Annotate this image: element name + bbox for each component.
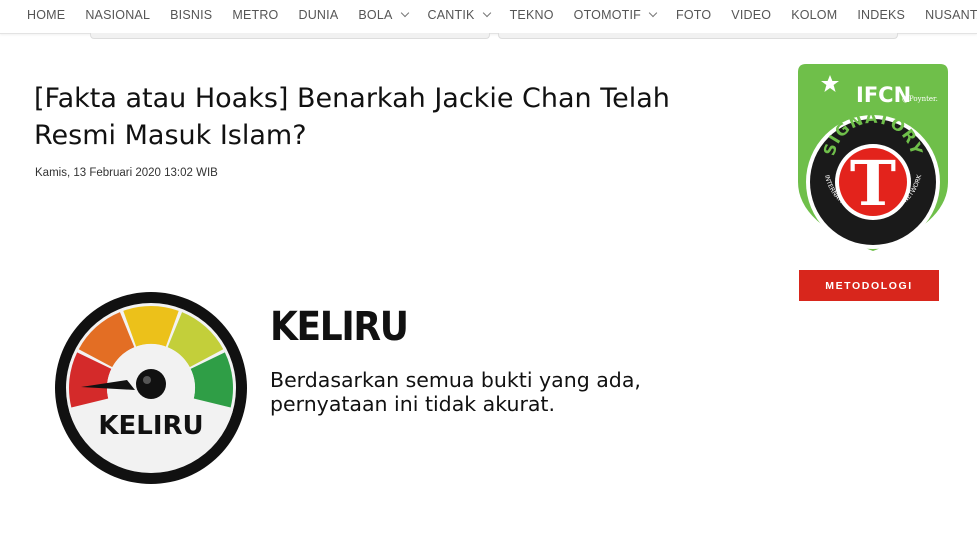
nav-item-label: FOTO (675, 8, 712, 22)
nav-item-home[interactable]: HOME (27, 8, 65, 22)
nav-item-cantik[interactable]: CANTIK (427, 8, 491, 22)
nav-item-metro[interactable]: METRO (232, 8, 278, 22)
nav-item-label: KOLOM (791, 8, 838, 22)
nav-item-nusantara[interactable]: NUSANTARA (925, 8, 977, 22)
verdict-heading: KELIRU (270, 304, 409, 350)
chevron-down-icon[interactable] (648, 8, 658, 17)
nav-item-label: DUNIA (298, 8, 339, 22)
nav-item-label: TEKNO (509, 8, 554, 22)
chevron-down-icon[interactable] (400, 8, 409, 17)
verdict-gauge-icon: KELIRU (55, 292, 247, 484)
nav-item-label: BISNIS (170, 8, 213, 22)
top-navigation-bar: HOME NASIONAL BISNIS METRO DUNIA BOLA CANTIK TE… (0, 0, 977, 34)
nav-item-label: OTOMOTIF (573, 8, 641, 22)
badge-brand-suffix: @Poynter. (902, 95, 938, 103)
nav-item-foto[interactable]: FOTO (676, 8, 711, 22)
badge-letter: T (850, 147, 896, 220)
metodologi-button[interactable]: METODOLOGI (799, 270, 939, 301)
secondary-bar-left (90, 33, 490, 39)
nav-item-bola[interactable]: BOLA (358, 8, 409, 22)
nav-item-label: VIDEO (731, 8, 772, 22)
nav-item-label: INDEKS (857, 8, 906, 22)
nav-item-label: BOLA (358, 8, 393, 22)
gauge-hub (136, 369, 166, 399)
nav-item-tekno[interactable]: TEKNO (510, 8, 554, 22)
secondary-bar-right (498, 33, 898, 39)
verdict-description: Berdasarkan semua bukti yang ada, pernya… (270, 368, 641, 416)
gauge-hub-highlight (143, 376, 151, 384)
gauge-label: KELIRU (98, 411, 203, 441)
article-title: [Fakta atau Hoaks] Benarkah Jackie Chan … (34, 83, 670, 151)
nav-item-nasional[interactable]: NASIONAL (85, 8, 150, 22)
nav-item-otomotif[interactable]: OTOMOTIF (573, 8, 658, 22)
nav-item-video[interactable]: VIDEO (731, 8, 771, 22)
ifcn-signatory-badge[interactable]: IFCN @Poynter. SIGNATORY INTERNATIONAL F… (798, 64, 948, 251)
nav-item-kolom[interactable]: KOLOM (791, 8, 837, 22)
nav-item-label: HOME (27, 8, 66, 22)
nav-item-label: METRO (232, 8, 279, 22)
nav-item-bisnis[interactable]: BISNIS (170, 8, 212, 22)
nav-item-label: NASIONAL (85, 8, 151, 22)
article-date: Kamis, 13 Februari 2020 13:02 WIB (35, 167, 218, 179)
nav-item-dunia[interactable]: DUNIA (298, 8, 338, 22)
main-menu: HOME NASIONAL BISNIS METRO DUNIA BOLA CANTIK TE… (27, 0, 977, 30)
nav-item-label: CANTIK (427, 8, 475, 22)
nav-item-indeks[interactable]: INDEKS (857, 8, 905, 22)
nav-item-label: NUSANTARA (925, 8, 977, 22)
chevron-down-icon[interactable] (482, 8, 491, 17)
